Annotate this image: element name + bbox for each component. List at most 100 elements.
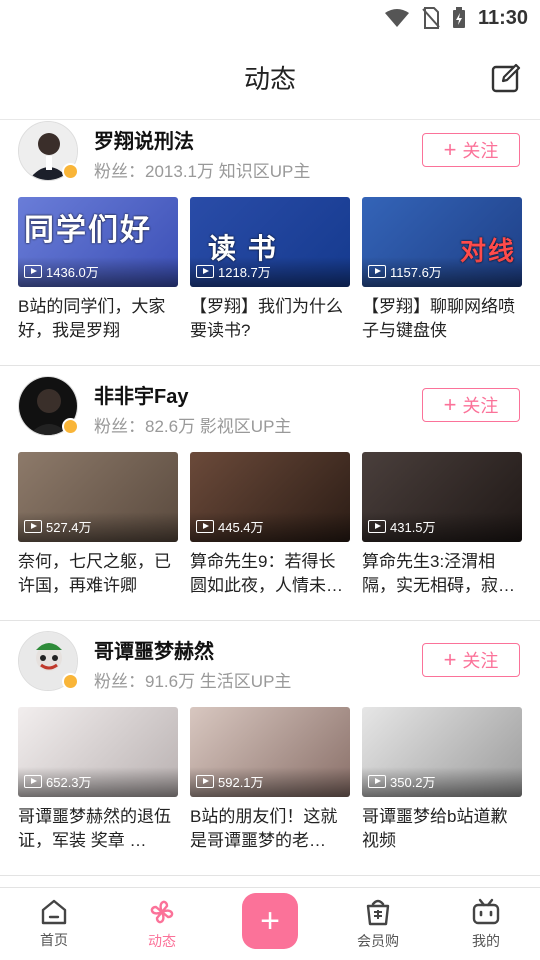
- play-icon: [24, 775, 42, 788]
- up-name[interactable]: 哥谭噩梦赫然: [94, 635, 214, 664]
- bottom-tab-bar: 首页 动态 + 会员购 我的: [0, 887, 540, 960]
- video-item[interactable]: 527.4万 奈何，七尺之躯，已许国，再难许卿: [18, 452, 178, 598]
- publish-button[interactable]: +: [242, 893, 298, 949]
- play-icon: [196, 265, 214, 278]
- edit-icon[interactable]: [490, 62, 522, 94]
- play-count-value: 1157.6万: [390, 265, 442, 280]
- play-count: 445.4万: [196, 517, 264, 536]
- play-icon: [196, 775, 214, 788]
- video-thumbnail[interactable]: 350.2万: [362, 707, 522, 797]
- up-card: 哥谭噩梦赫然 粉丝：91.6万 生活区UP主 + 关注 652.3万 哥谭噩梦赫然…: [0, 621, 540, 876]
- video-title[interactable]: 哥谭噩梦赫然的退伍证，军装 奖章 …: [18, 805, 178, 853]
- follow-label: 关注: [462, 141, 499, 161]
- up-name[interactable]: 非非宇Fay: [94, 380, 188, 409]
- plus-icon: +: [260, 901, 280, 940]
- video-item[interactable]: 350.2万 哥谭噩梦给b站道歉视频: [362, 707, 522, 853]
- play-icon: [368, 775, 386, 788]
- tab-home[interactable]: 首页: [9, 898, 99, 950]
- tab-vip-shop-label: 会员购: [357, 933, 399, 949]
- up-meta: 粉丝：91.6万 生活区UP主: [94, 672, 292, 691]
- follow-button[interactable]: + 关注: [422, 133, 520, 167]
- tv-icon: [472, 898, 500, 925]
- play-count: 431.5万: [368, 517, 436, 536]
- play-count-value: 527.4万: [46, 520, 92, 535]
- video-title[interactable]: 算命先生3:泾渭相隔，实无相碍，寂…: [362, 550, 522, 598]
- tab-dynamic[interactable]: 动态: [117, 897, 207, 951]
- play-count: 527.4万: [24, 517, 92, 536]
- video-thumbnail[interactable]: 同学们好 1436.0万: [18, 197, 178, 287]
- play-count: 1436.0万: [24, 262, 99, 281]
- no-sim-icon: [422, 7, 440, 29]
- video-item[interactable]: 592.1万 B站的朋友们！这就是哥谭噩梦的老…: [190, 707, 350, 853]
- follow-label: 关注: [462, 396, 499, 416]
- video-thumbnail[interactable]: 读 书 1218.7万: [190, 197, 350, 287]
- video-thumbnail[interactable]: 652.3万: [18, 707, 178, 797]
- pinwheel-icon: [150, 900, 174, 924]
- play-count-value: 431.5万: [390, 520, 436, 535]
- plus-icon: +: [443, 647, 457, 672]
- play-count-value: 592.1万: [218, 775, 264, 790]
- video-item[interactable]: 431.5万 算命先生3:泾渭相隔，实无相碍，寂…: [362, 452, 522, 598]
- shopping-bag-icon: [366, 899, 390, 926]
- video-thumbnail[interactable]: 对线 1157.6万: [362, 197, 522, 287]
- play-count: 652.3万: [24, 772, 92, 791]
- video-item[interactable]: 445.4万 算命先生9：若得长圆如此夜，人情未…: [190, 452, 350, 598]
- up-meta: 粉丝：82.6万 影视区UP主: [94, 417, 292, 436]
- status-time: 11:30: [477, 6, 528, 29]
- tab-publish[interactable]: +: [225, 893, 315, 949]
- dynamic-feed[interactable]: 罗翔说刑法 粉丝：2013.1万 知识区UP主 + 关注 同学们好 1436.0万 …: [0, 121, 540, 881]
- up-card: 非非宇Fay 粉丝：82.6万 影视区UP主 + 关注 527.4万 奈何，七尺之…: [0, 366, 540, 621]
- verified-badge-icon: [62, 418, 79, 435]
- follow-label: 关注: [462, 651, 499, 671]
- play-icon: [24, 265, 42, 278]
- video-title[interactable]: 奈何，七尺之躯，已许国，再难许卿: [18, 550, 178, 598]
- page-title: 动态: [243, 64, 296, 94]
- video-title[interactable]: 哥谭噩梦给b站道歉视频: [362, 805, 522, 853]
- thumbnail-text: 同学们好: [24, 214, 152, 247]
- video-title[interactable]: B站的同学们，大家好，我是罗翔: [18, 295, 178, 343]
- video-item[interactable]: 652.3万 哥谭噩梦赫然的退伍证，军装 奖章 …: [18, 707, 178, 853]
- video-title[interactable]: B站的朋友们！这就是哥谭噩梦的老…: [190, 805, 350, 853]
- video-thumbnail[interactable]: 431.5万: [362, 452, 522, 542]
- video-title[interactable]: 【罗翔】聊聊网络喷子与键盘侠: [362, 295, 522, 343]
- video-thumbnail[interactable]: 592.1万: [190, 707, 350, 797]
- video-title[interactable]: 算命先生9：若得长圆如此夜，人情未…: [190, 550, 350, 598]
- play-count-value: 350.2万: [390, 775, 436, 790]
- plus-icon: +: [443, 392, 457, 417]
- video-item[interactable]: 读 书 1218.7万 【罗翔】我们为什么要读书?: [190, 197, 350, 343]
- follow-button[interactable]: + 关注: [422, 643, 520, 677]
- play-count-value: 1218.7万: [218, 265, 271, 280]
- up-meta: 粉丝：2013.1万 知识区UP主: [94, 162, 311, 181]
- video-thumbnail[interactable]: 527.4万: [18, 452, 178, 542]
- video-thumbnail[interactable]: 445.4万: [190, 452, 350, 542]
- video-title[interactable]: 【罗翔】我们为什么要读书?: [190, 295, 350, 343]
- tab-me[interactable]: 我的: [441, 897, 531, 951]
- video-item[interactable]: 对线 1157.6万 【罗翔】聊聊网络喷子与键盘侠: [362, 197, 522, 343]
- play-count: 1157.6万: [368, 262, 442, 281]
- wifi-icon: [384, 9, 409, 27]
- up-card: 罗翔说刑法 粉丝：2013.1万 知识区UP主 + 关注 同学们好 1436.0万 …: [0, 121, 540, 366]
- play-icon: [368, 265, 386, 278]
- verified-badge-icon: [62, 163, 79, 180]
- play-count: 350.2万: [368, 772, 436, 791]
- play-count: 592.1万: [196, 772, 264, 791]
- tab-vip-shop[interactable]: 会员购: [333, 897, 423, 951]
- play-count-value: 1436.0万: [46, 265, 99, 280]
- play-icon: [24, 520, 42, 533]
- play-icon: [368, 520, 386, 533]
- battery-charging-icon: [452, 7, 465, 28]
- tab-home-label: 首页: [40, 932, 68, 948]
- play-count-value: 445.4万: [218, 520, 264, 535]
- play-count: 1218.7万: [196, 262, 271, 281]
- tab-dynamic-label: 动态: [148, 933, 176, 949]
- video-item[interactable]: 同学们好 1436.0万 B站的同学们，大家好，我是罗翔: [18, 197, 178, 343]
- follow-button[interactable]: + 关注: [422, 388, 520, 422]
- tab-me-label: 我的: [472, 933, 500, 949]
- home-icon: [41, 899, 67, 925]
- up-name[interactable]: 罗翔说刑法: [94, 125, 194, 154]
- play-icon: [196, 520, 214, 533]
- plus-icon: +: [443, 137, 457, 162]
- top-header: 动态: [0, 36, 540, 120]
- verified-badge-icon: [62, 673, 79, 690]
- status-bar: 11:30: [0, 0, 540, 36]
